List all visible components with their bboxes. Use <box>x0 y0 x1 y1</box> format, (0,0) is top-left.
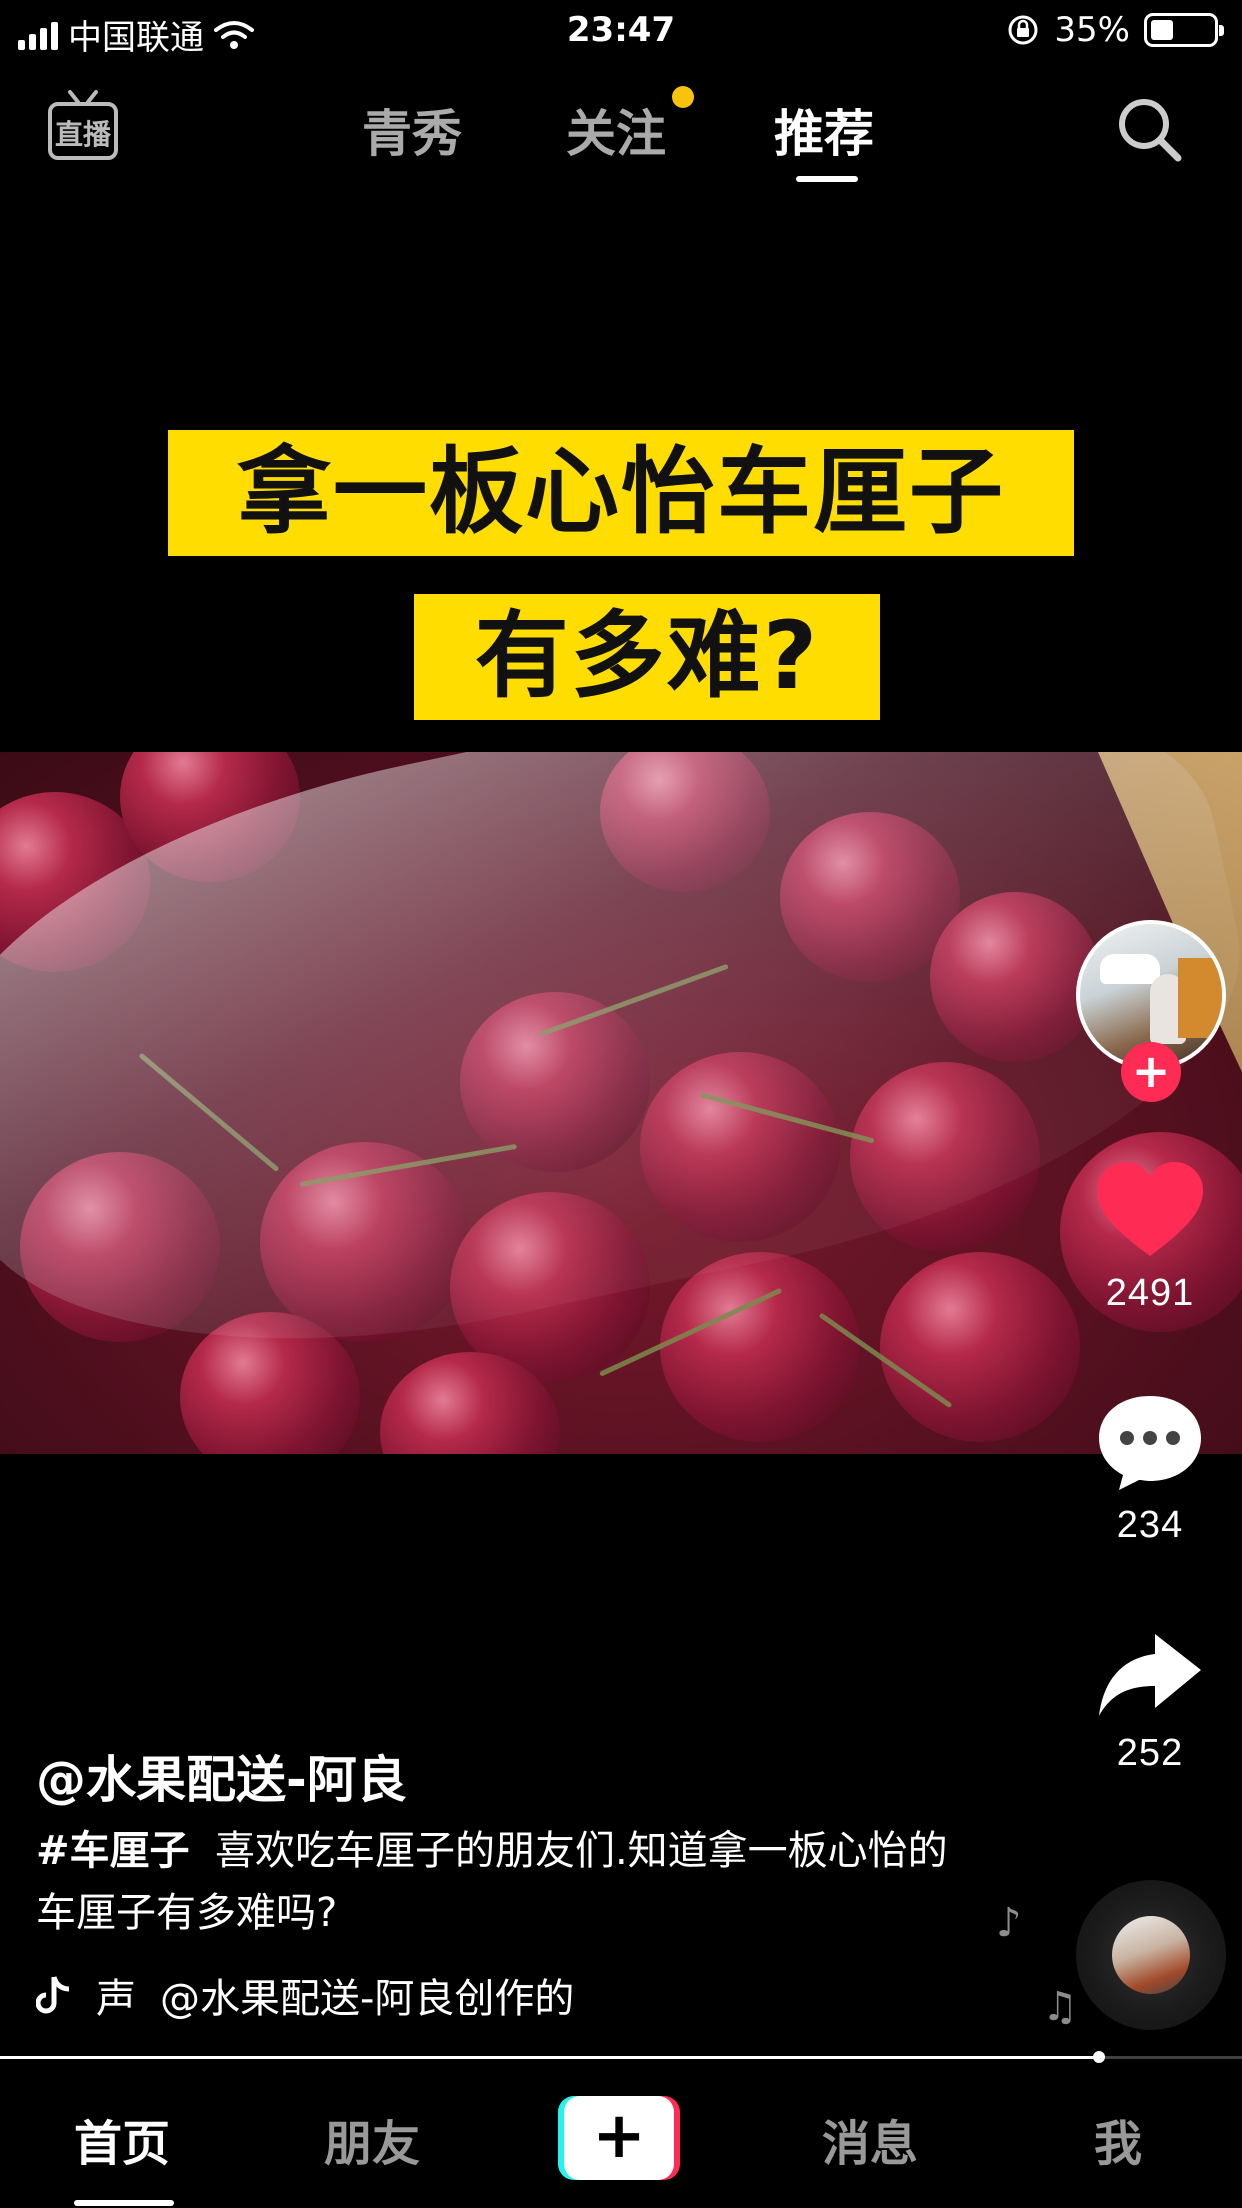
search-icon[interactable] <box>1114 94 1184 164</box>
music-disc-button[interactable] <box>1076 1880 1226 2030</box>
plus-icon: + <box>564 2096 674 2180</box>
video-frame-cherries <box>0 752 1242 1454</box>
author-name[interactable]: @水果配送-阿良 <box>36 1740 407 1812</box>
author-avatar-button[interactable]: + <box>1076 920 1226 1102</box>
battery-icon <box>1144 13 1224 47</box>
video-progress-bar[interactable] <box>0 2051 1242 2063</box>
follow-plus-button[interactable]: + <box>1121 1042 1181 1102</box>
comment-button[interactable]: 234 <box>1090 1392 1210 1547</box>
nav-friends[interactable]: 朋友 <box>324 2104 420 2174</box>
music-note-icon-2: ♫ <box>1042 1984 1078 2030</box>
like-button[interactable]: 2491 <box>1090 1160 1210 1315</box>
music-disc-cover <box>1112 1916 1190 1994</box>
live-icon-label: 直播 <box>55 118 112 151</box>
tab-following[interactable]: 关注 <box>566 94 666 166</box>
hashtag-link[interactable]: #车厘子 <box>36 1828 190 1874</box>
nav-messages[interactable]: 消息 <box>822 2104 918 2174</box>
top-nav: 直播 青秀 关注 推荐 <box>0 80 1242 190</box>
music-note-icon: ♪ <box>996 1900 1022 1946</box>
tab-qingxiu[interactable]: 青秀 <box>362 94 462 166</box>
tiktok-note-icon <box>36 1976 70 2014</box>
rotation-lock-icon <box>1008 15 1038 45</box>
like-count: 2491 <box>1105 1272 1195 1314</box>
nav-me[interactable]: 我 <box>1094 2104 1142 2174</box>
tab-recommended[interactable]: 推荐 <box>774 94 874 166</box>
share-count: 252 <box>1116 1732 1184 1774</box>
status-bar: 中国联通 23:47 35% <box>0 0 1242 62</box>
video-caption-line1: 拿一板心怡车厘子 <box>168 430 1074 556</box>
heart-icon <box>1097 1162 1203 1256</box>
music-info[interactable]: 声 @水果配送-阿良创作的 <box>36 1966 700 2024</box>
music-prefix: 声 <box>96 1976 136 2022</box>
comment-icon <box>1099 1396 1201 1490</box>
progress-fill <box>0 2056 1100 2059</box>
video-description: #车厘子 喜欢吃车厘子的朋友们.知道拿一板心怡的车厘子有多难吗? <box>36 1820 976 1944</box>
bottom-nav: 首页 朋友 + 消息 我 <box>0 2070 1242 2208</box>
nav-active-indicator <box>74 2200 174 2206</box>
battery-percent: 35% <box>1054 10 1130 50</box>
notification-dot <box>672 86 694 108</box>
tab-active-indicator <box>796 176 858 182</box>
music-title: @水果配送-阿良创作的 <box>160 1976 575 2022</box>
share-button[interactable]: 252 <box>1090 1630 1210 1775</box>
create-button[interactable]: + <box>558 2096 680 2180</box>
video-caption-line2: 有多难? <box>414 594 880 720</box>
nav-home[interactable]: 首页 <box>74 2104 170 2174</box>
live-tv-icon[interactable]: 直播 <box>46 88 120 162</box>
comment-count: 234 <box>1116 1504 1184 1546</box>
share-arrow-icon <box>1099 1634 1201 1716</box>
